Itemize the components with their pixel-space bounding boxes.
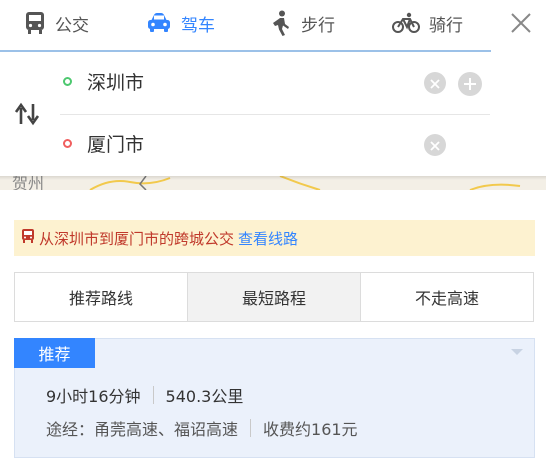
bus-small-icon [21,228,35,248]
panel-shadow [0,176,546,180]
tab-walk[interactable]: 步行 [270,0,335,46]
bus-icon [24,11,46,35]
tab-bike-label: 骑行 [429,15,463,36]
tab-bus-label: 公交 [55,15,89,36]
swap-button[interactable] [14,102,42,126]
clear-icon [430,136,440,155]
end-point-row[interactable]: 厦门市 [60,116,490,174]
end-dot-icon [63,139,72,148]
car-icon [146,12,172,34]
bike-icon [392,12,420,34]
start-point-row[interactable]: 深圳市 [60,54,490,112]
route-via: 途经：甬莞高速、福诏高速 [46,420,239,439]
close-icon [510,12,532,38]
tab-recommended[interactable]: 推荐路线 [15,273,187,321]
start-dot-icon [63,77,72,86]
tab-bike[interactable]: 骑行 [392,0,463,46]
route-result-card[interactable]: 推荐 9小时16分钟 540.3公里 途经：甬莞高速、福诏高速 收费约161元 [14,338,535,458]
end-point-input[interactable]: 厦门市 [87,130,144,157]
close-button[interactable] [506,10,536,40]
clear-end-button[interactable] [424,134,446,156]
cross-city-notice: 从深圳市到厦门市的跨城公交 查看线路 [14,220,535,256]
route-summary: 9小时16分钟 540.3公里 [46,383,243,407]
expand-caret-icon[interactable] [511,349,523,355]
tab-drive[interactable]: 驾车 [146,0,215,46]
view-route-link[interactable]: 查看线路 [238,228,298,249]
notice-text: 从深圳市到厦门市的跨城公交 [39,229,235,248]
plus-icon [464,75,476,94]
recommend-badge: 推荐 [14,338,95,368]
route-divider [60,114,490,115]
tab-bus[interactable]: 公交 [24,0,89,46]
tab-drive-label: 驾车 [181,15,215,36]
walk-icon [270,10,292,36]
route-toll: 收费约161元 [263,420,358,439]
swap-icon [14,102,42,130]
clear-icon [430,74,440,93]
route-distance: 540.3公里 [165,387,244,406]
separator [152,386,154,404]
tab-avoid-highway[interactable]: 不走高速 [360,273,533,321]
separator [250,419,252,437]
route-duration: 9小时16分钟 [46,387,141,406]
clear-start-button[interactable] [424,72,446,94]
start-point-input[interactable]: 深圳市 [87,68,144,95]
tab-walk-label: 步行 [301,15,335,36]
tab-shortest[interactable]: 最短路程 [187,273,360,321]
route-strategy-tabs: 推荐路线 最短路程 不走高速 [14,272,534,322]
add-waypoint-button[interactable] [458,72,482,96]
transport-mode-bar: 公交 驾车 步行 骑行 [0,0,546,50]
route-input-panel: 深圳市 厦门市 [0,52,546,176]
route-details: 途经：甬莞高速、福诏高速 收费约161元 [46,416,358,440]
